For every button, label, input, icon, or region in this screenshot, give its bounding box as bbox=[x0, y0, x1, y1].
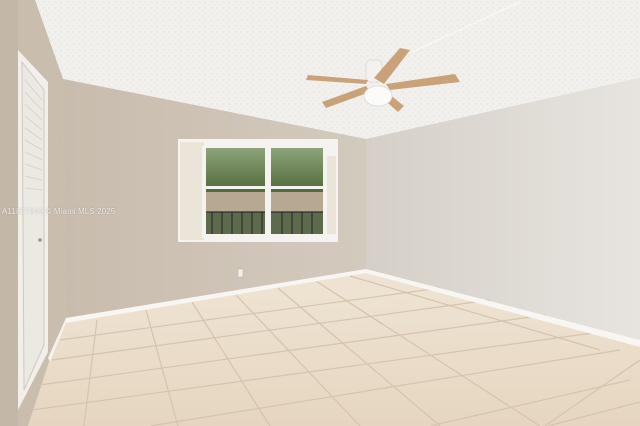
mls-watermark: A11827649 © Miami MLS 2025 bbox=[2, 207, 116, 216]
door-knob bbox=[38, 238, 42, 242]
window-curtain-left bbox=[180, 142, 204, 240]
wall-outlet bbox=[237, 268, 244, 278]
fan-light bbox=[363, 85, 393, 107]
